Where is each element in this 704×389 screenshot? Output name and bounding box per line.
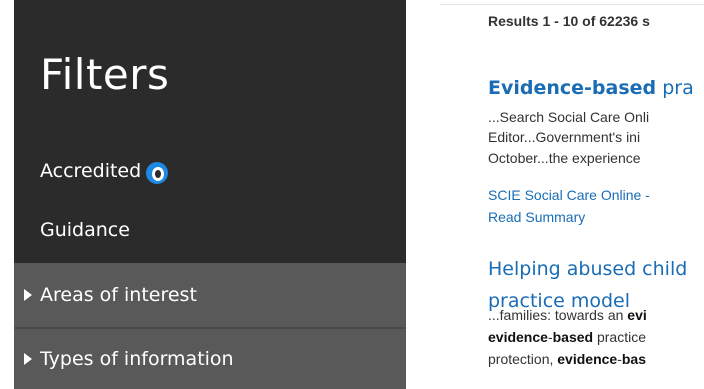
result-snippet-line: Editor...Government's ini [488,129,641,145]
result-snippet-line: ...Search Social Care Onli [488,109,650,125]
result-snippet-line: evidence-based practice [488,327,646,347]
snippet-text: practice [593,329,646,345]
result-snippet-line: October...the experience [488,150,641,166]
filters-title: Filters [40,50,170,99]
filter-accredited[interactable]: Accredited [40,160,169,184]
results-count: Results 1 - 10 of 62236 s [488,13,650,29]
filter-guidance[interactable]: Guidance [40,219,130,241]
result-source-link[interactable]: SCIE Social Care Online - [488,187,650,203]
snippet-highlight: evidence [557,351,618,367]
result-snippet-line: ...families: towards an evi [488,305,647,325]
caret-right-icon [24,353,32,365]
types-of-information-toggle[interactable]: Types of information [14,329,406,389]
result-title-bold: Evidence-based [488,77,657,99]
results-list: Results 1 - 10 of 62236 s Evidence-based… [488,0,704,389]
snippet-text: ...families: towards an [488,307,628,323]
result-snippet-line: protection, evidence-bas [488,349,646,369]
types-of-information-label: Types of information [40,348,234,370]
areas-of-interest-label: Areas of interest [40,284,197,306]
snippet-highlight: evi [627,307,647,323]
result-title-link[interactable]: Evidence-based pra [488,77,694,99]
snippet-highlight: based [552,329,594,345]
result-title-rest: pra [656,77,694,99]
read-summary-link[interactable]: Read Summary [488,209,585,225]
snippet-highlight: bas [621,351,646,367]
accredited-badge-icon [146,162,169,184]
caret-right-icon [24,289,32,301]
snippet-text: protection, [488,351,558,367]
result-title-link[interactable]: Helping abused child [488,258,687,280]
snippet-highlight: evidence [488,329,548,345]
areas-of-interest-toggle[interactable]: Areas of interest [14,263,406,327]
filter-guidance-label: Guidance [40,219,130,241]
filter-accredited-label: Accredited [40,160,142,182]
